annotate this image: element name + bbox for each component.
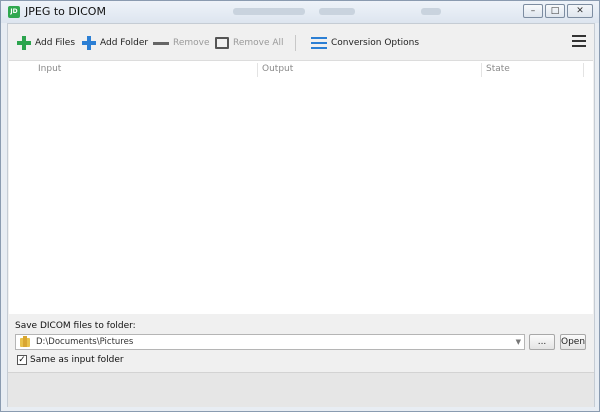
- toolbar-separator: [295, 35, 296, 51]
- remove-icon: [153, 41, 169, 45]
- remove-button[interactable]: Remove: [153, 35, 210, 51]
- conversion-options-button[interactable]: Conversion Options: [311, 35, 419, 51]
- output-settings-panel: Save DICOM files to folder: D:\Documents…: [8, 315, 594, 407]
- open-button[interactable]: Open: [560, 334, 586, 350]
- file-list-table[interactable]: Input Output State: [9, 60, 593, 314]
- add-files-button[interactable]: Add Files: [17, 35, 75, 51]
- add-folder-label: Add Folder: [100, 38, 149, 48]
- toolbar: Add Files Add Folder Remove Remove All C…: [8, 24, 594, 60]
- add-folder-icon: [82, 36, 96, 50]
- chevron-down-icon[interactable]: ▼: [516, 338, 521, 346]
- add-folder-button[interactable]: Add Folder: [82, 35, 148, 51]
- same-as-input-option[interactable]: ✓ Same as input folder: [17, 355, 124, 365]
- title-bar[interactable]: JD JPEG to DICOM – □ ✕: [1, 1, 599, 23]
- column-header-state[interactable]: State: [486, 64, 510, 74]
- same-as-input-checkbox[interactable]: ✓: [17, 355, 27, 365]
- output-folder-path: D:\Documents\Pictures: [36, 337, 134, 347]
- client-area: Add Files Add Folder Remove Remove All C…: [7, 23, 595, 407]
- column-divider[interactable]: [257, 63, 258, 77]
- column-header-output[interactable]: Output: [262, 64, 293, 74]
- app-logo-icon: JD: [8, 6, 20, 18]
- conversion-options-label: Conversion Options: [331, 38, 420, 48]
- output-folder-combobox[interactable]: D:\Documents\Pictures ▼: [15, 334, 525, 350]
- table-header: Input Output State: [9, 61, 593, 79]
- remove-all-label: Remove All: [233, 38, 284, 48]
- window-title: JPEG to DICOM: [25, 5, 106, 18]
- add-icon: [17, 36, 31, 50]
- folder-icon: [20, 335, 30, 347]
- add-files-label: Add Files: [35, 38, 76, 48]
- column-header-input[interactable]: Input: [38, 64, 61, 74]
- save-folder-label: Save DICOM files to folder:: [15, 321, 136, 331]
- blurred-title-area: [233, 8, 305, 15]
- blurred-title-area: [421, 8, 441, 15]
- status-bar: [8, 372, 594, 407]
- close-button[interactable]: ✕: [567, 4, 593, 18]
- remove-all-button[interactable]: Remove All: [215, 35, 284, 51]
- browse-button[interactable]: ...: [529, 334, 555, 350]
- remove-label: Remove: [173, 38, 210, 48]
- same-as-input-label[interactable]: Same as input folder: [30, 355, 124, 365]
- blurred-title-area: [319, 8, 355, 15]
- maximize-button[interactable]: □: [545, 4, 565, 18]
- column-divider[interactable]: [583, 63, 584, 77]
- column-divider[interactable]: [481, 63, 482, 77]
- window-controls: – □ ✕: [523, 4, 593, 18]
- app-window: JD JPEG to DICOM – □ ✕ Add Files Add Fol…: [0, 0, 600, 412]
- minimize-button[interactable]: –: [523, 4, 543, 18]
- menu-icon[interactable]: [572, 35, 586, 47]
- list-icon: [311, 37, 327, 49]
- remove-all-icon: [215, 37, 229, 49]
